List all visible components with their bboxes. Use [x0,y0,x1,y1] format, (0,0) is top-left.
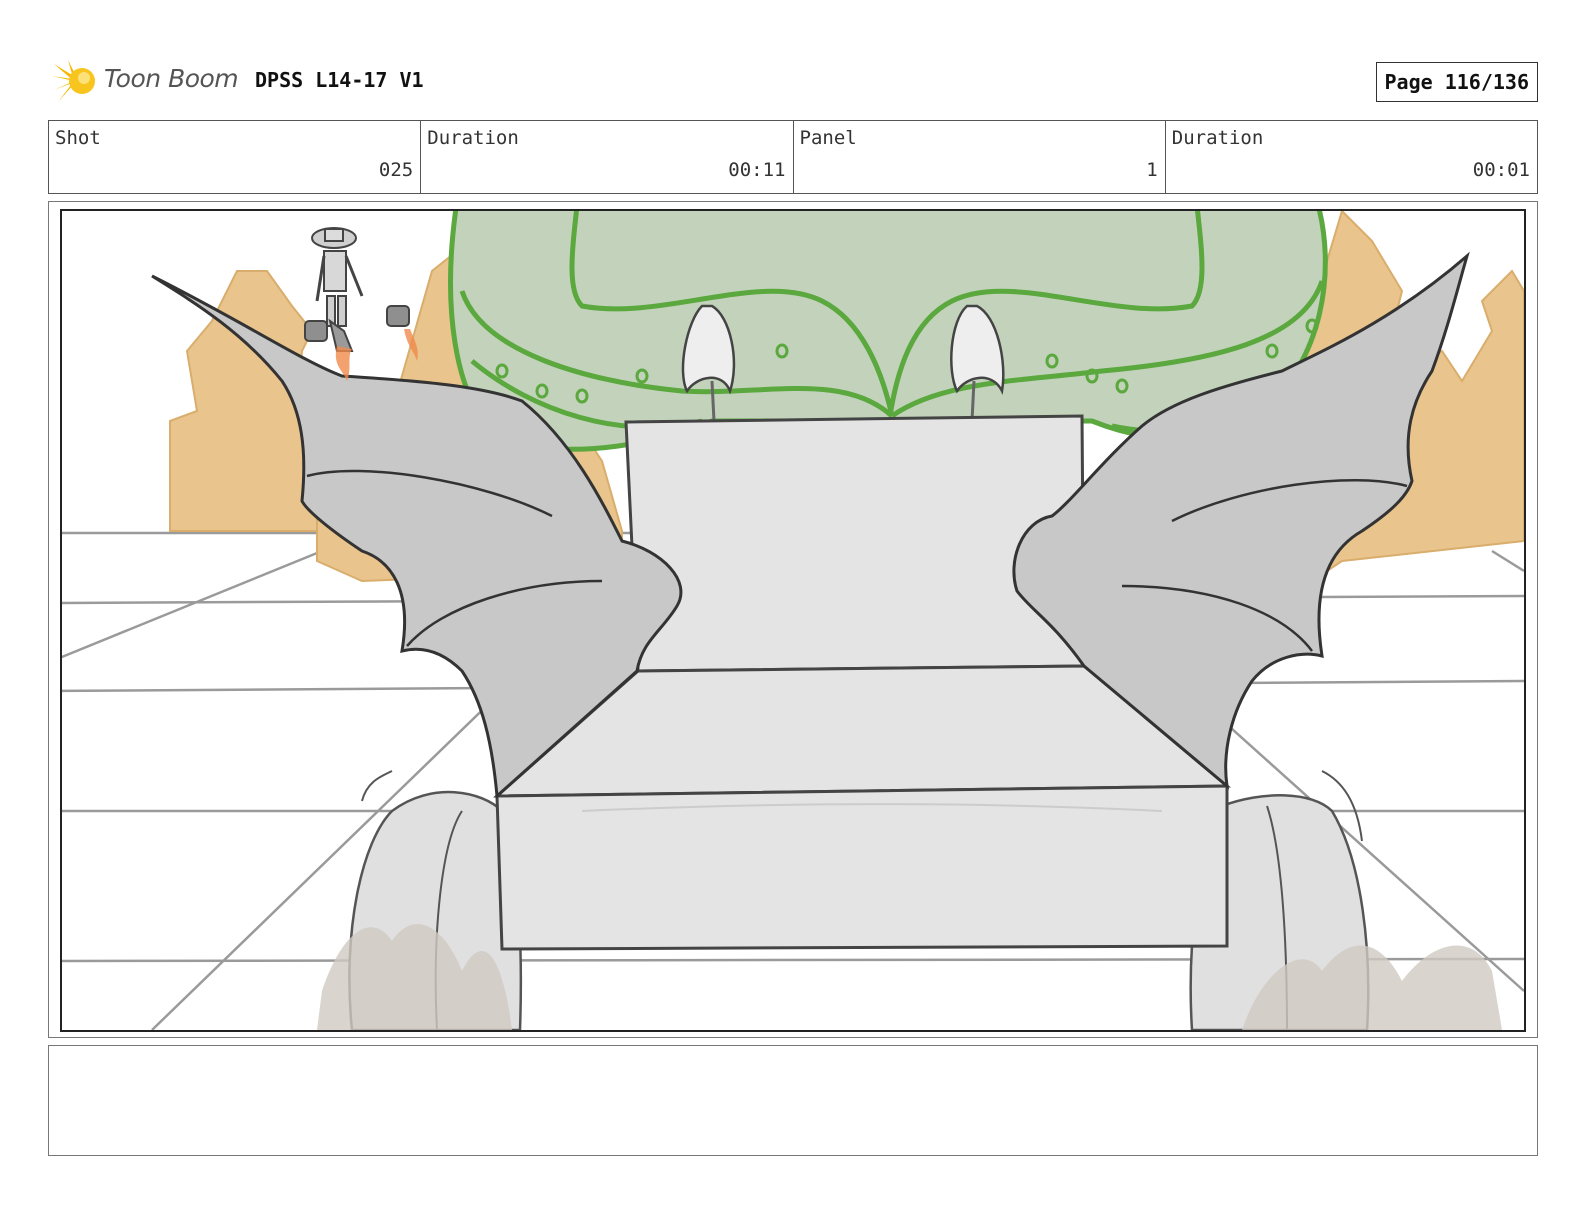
shot-duration-cell: Duration 00:11 [421,121,794,193]
document-title: DPSS L14-17 V1 [255,68,424,92]
panel-value: 1 [1146,159,1158,181]
storyboard-sketch [62,211,1524,1030]
panel-duration-label: Duration [1171,127,1264,149]
page-header: Toon Boom DPSS L14-17 V1 Page 116/136 [52,56,1538,106]
jetpack-robot [304,227,418,381]
shot-value: 025 [378,159,414,181]
toon-boom-logo: Toon Boom [52,56,242,106]
shot-duration-label: Duration [427,127,519,149]
logo-text: Toon Boom [104,64,239,93]
shot-info-row: Shot 025 Duration 00:11 Panel 1 Duration… [48,120,1538,194]
panel-cell: Panel 1 [794,121,1166,193]
shot-duration-value: 00:11 [728,159,786,181]
panel-duration-cell: Duration 00:01 [1166,121,1537,193]
panel-notes-box [48,1045,1538,1156]
shot-label: Shot [55,127,101,149]
panel-label: Panel [799,127,857,149]
storyboard-panel-frame [48,201,1538,1038]
panel-duration-value: 00:01 [1472,159,1530,181]
page-number: Page 116/136 [1375,62,1538,102]
shot-cell: Shot 025 [49,121,422,193]
starburst-logo-icon [52,60,95,102]
storyboard-panel-image [60,209,1526,1032]
